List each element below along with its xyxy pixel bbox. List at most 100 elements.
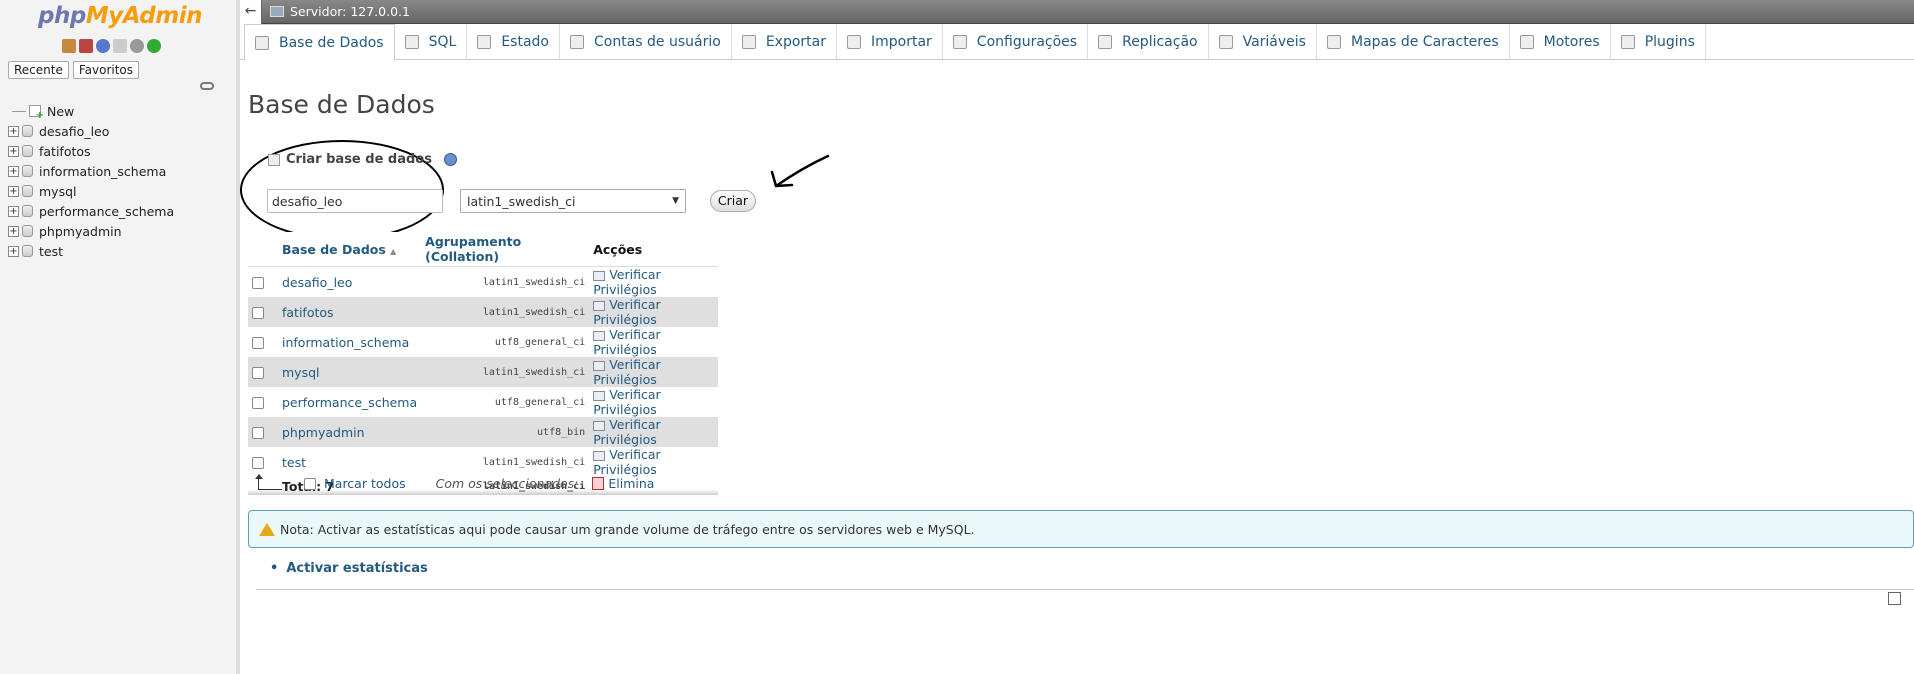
row-checkbox[interactable] <box>252 397 264 409</box>
database-name-input[interactable] <box>267 189 443 213</box>
delete-link[interactable]: Elimina <box>608 476 654 491</box>
database-name-link[interactable]: performance_schema <box>278 387 422 417</box>
row-checkbox[interactable] <box>252 307 264 319</box>
database-name-link[interactable]: information_schema <box>278 327 422 357</box>
server-breadcrumb[interactable]: Servidor: 127.0.0.1 <box>290 4 410 19</box>
expand-icon[interactable]: + <box>8 165 19 177</box>
collation-cell: latin1_swedish_ci <box>421 447 590 477</box>
recent-tab[interactable]: Recente <box>8 61 69 79</box>
check-privileges-link[interactable]: Verificar Privilégios <box>589 417 718 447</box>
tree-item-fatifotos[interactable]: + fatifotos <box>8 141 174 161</box>
docs-icon[interactable] <box>113 39 127 53</box>
tab-label: Exportar <box>765 33 826 50</box>
tab-databases[interactable]: Base de Dados <box>244 24 395 61</box>
database-name-link[interactable]: desafio_leo <box>278 266 422 297</box>
row-checkbox[interactable] <box>252 427 264 439</box>
reload-icon[interactable] <box>147 39 161 53</box>
database-icon <box>22 205 33 217</box>
tab-export[interactable]: Exportar <box>732 24 837 59</box>
database-name-link[interactable]: fatifotos <box>278 297 422 327</box>
check-privileges-link[interactable]: Verificar Privilégios <box>589 387 718 417</box>
tree-line <box>12 110 26 112</box>
engines-icon <box>1519 34 1534 49</box>
console-toggle-icon[interactable] <box>1888 592 1901 605</box>
create-button[interactable]: Criar <box>710 190 756 212</box>
status-icon <box>477 34 492 49</box>
check-privileges-link[interactable]: Verificar Privilégios <box>589 447 718 477</box>
tab-sql[interactable]: SQL <box>395 24 468 59</box>
tab-settings[interactable]: Configurações <box>943 24 1089 59</box>
check-privileges-link[interactable]: Verificar Privilégios <box>589 266 718 297</box>
help-icon[interactable] <box>443 153 457 166</box>
tab-import[interactable]: Importar <box>837 24 943 59</box>
tree-item-test[interactable]: + test <box>8 241 174 261</box>
logout-icon[interactable] <box>79 39 93 53</box>
tree-item-phpmyadmin[interactable]: + phpmyadmin <box>8 221 174 241</box>
help-icon[interactable] <box>96 39 110 53</box>
row-checkbox[interactable] <box>252 337 264 349</box>
tab-replication[interactable]: Replicação <box>1088 24 1209 59</box>
column-header-collation[interactable]: Agrupamento (Collation) <box>421 232 590 267</box>
new-database-icon <box>268 153 280 166</box>
expand-icon[interactable]: + <box>8 225 19 237</box>
expand-icon[interactable]: + <box>8 145 19 157</box>
sidebar-resizer[interactable] <box>236 0 240 674</box>
tree-item-new[interactable]: New <box>8 101 174 121</box>
statistics-notice: Nota: Activar as estatísticas aqui pode … <box>248 510 1914 548</box>
main-tabs: Base de Dados SQL Estado Contas de usuár… <box>240 24 1914 61</box>
check-all-link[interactable]: Marcar todos <box>324 476 406 491</box>
divider <box>256 589 1914 590</box>
tab-user-accounts[interactable]: Contas de usuário <box>560 24 732 59</box>
database-icon <box>22 165 33 177</box>
privileges-icon <box>593 270 606 281</box>
row-checkbox[interactable] <box>252 457 264 469</box>
privileges-icon <box>593 360 606 371</box>
collapse-sidebar-button[interactable]: ← <box>240 0 262 24</box>
bulk-actions: Marcar todos Com os seleccionados: Elimi… <box>255 473 654 491</box>
tree-item-performance-schema[interactable]: + performance_schema <box>8 201 174 221</box>
favorites-tab[interactable]: Favoritos <box>72 61 140 79</box>
tab-variables[interactable]: Variáveis <box>1209 24 1317 59</box>
column-header-label: Base de Dados <box>282 241 386 257</box>
check-all-checkbox[interactable] <box>304 477 316 490</box>
check-privileges-link[interactable]: Verificar Privilégios <box>589 297 718 327</box>
tree-item-desafio-leo[interactable]: + desafio_leo <box>8 121 174 141</box>
tab-label: Base de Dados <box>279 34 384 51</box>
settings-gear-icon[interactable] <box>130 39 144 53</box>
create-database-heading: Criar base de dados <box>268 152 457 167</box>
column-header-database[interactable]: Base de Dados ▲ <box>278 232 422 267</box>
delete-icon[interactable] <box>592 477 605 490</box>
expand-icon[interactable]: + <box>8 125 19 137</box>
row-checkbox[interactable] <box>252 367 264 379</box>
expand-icon[interactable]: + <box>8 245 19 257</box>
enable-statistics-link[interactable]: Activar estatísticas <box>270 561 427 576</box>
database-name-link[interactable]: mysql <box>278 357 422 387</box>
database-icon <box>22 225 33 237</box>
check-privileges-link[interactable]: Verificar Privilégios <box>589 327 718 357</box>
row-checkbox[interactable] <box>252 277 264 289</box>
privileges-icon <box>593 420 606 431</box>
tab-status[interactable]: Estado <box>467 24 560 59</box>
tab-charsets[interactable]: Mapas de Caracteres <box>1317 24 1510 59</box>
collation-select[interactable]: latin1_swedish_ci ▼ <box>460 189 686 213</box>
link-chain-icon[interactable] <box>200 82 214 90</box>
tree-item-mysql[interactable]: + mysql <box>8 181 174 201</box>
tab-plugins[interactable]: Plugins <box>1611 24 1706 59</box>
server-icon <box>270 6 284 17</box>
expand-icon[interactable]: + <box>8 185 19 197</box>
tab-label: Configurações <box>976 33 1078 50</box>
phpmyadmin-logo[interactable]: phpMyAdmin <box>38 3 202 29</box>
tab-engines[interactable]: Motores <box>1510 24 1611 59</box>
new-database-icon <box>29 105 44 121</box>
tree-item-information-schema[interactable]: + information_schema <box>8 161 174 181</box>
tab-label: Motores <box>1543 33 1600 50</box>
database-name-link[interactable]: test <box>278 447 422 477</box>
expand-icon[interactable]: + <box>8 205 19 217</box>
database-name-link[interactable]: phpmyadmin <box>278 417 422 447</box>
home-icon[interactable] <box>62 39 76 53</box>
users-icon <box>570 34 584 49</box>
tab-label: Mapas de Caracteres <box>1350 33 1499 50</box>
wrench-icon <box>952 34 967 49</box>
table-row: phpmyadmin utf8_bin Verificar Privilégio… <box>248 417 718 447</box>
check-privileges-link[interactable]: Verificar Privilégios <box>589 357 718 387</box>
